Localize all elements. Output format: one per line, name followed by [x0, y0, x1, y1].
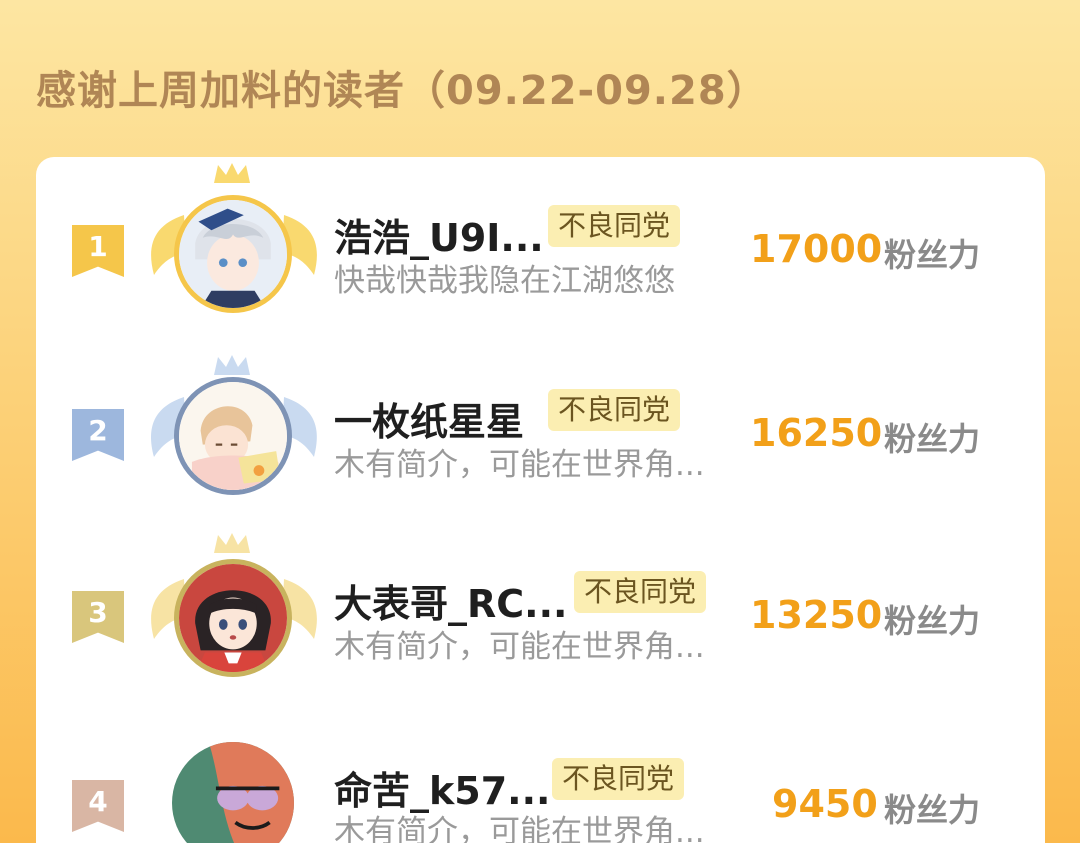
anime-boy-avatar-icon [179, 200, 287, 308]
leaderboard-row-3[interactable]: 3 大表哥_RC... 不良同党 木有简介，可能在世界角... 13250 粉丝… [36, 527, 1045, 677]
leaderboard-card: 1 浩浩_U9I... 不良同党 快哉快哉我隐在江湖悠悠 17000 粉丝力 2… [36, 157, 1045, 843]
fan-group-badge: 不良同党 [548, 389, 681, 431]
avatar[interactable] [174, 377, 292, 495]
fan-power-score: 13250 [750, 593, 883, 637]
anime-girl-avatar-icon [179, 564, 287, 672]
reader-bio: 木有简介，可能在世界角... [334, 447, 705, 483]
crown-icon [214, 163, 250, 183]
cartoon-eyes-avatar-icon [172, 742, 294, 843]
fan-power-score: 16250 [750, 411, 883, 455]
reader-bio: 木有简介，可能在世界角... [334, 629, 705, 665]
fan-power-score: 9450 [772, 782, 878, 826]
reader-bio: 快哉快哉我隐在江湖悠悠 [334, 263, 675, 299]
crown-icon [214, 355, 250, 375]
reader-name[interactable]: 浩浩_U9I... [334, 207, 544, 262]
sleeping-boy-avatar-icon [179, 382, 287, 490]
avatar[interactable] [174, 195, 292, 313]
reader-name[interactable]: 一枚纸星星 [334, 391, 524, 446]
leaderboard-row-1[interactable]: 1 浩浩_U9I... 不良同党 快哉快哉我隐在江湖悠悠 17000 粉丝力 [36, 157, 1045, 313]
rank-badge-4: 4 [72, 780, 124, 832]
fan-power-unit: 粉丝力 [884, 602, 981, 640]
crown-icon [214, 533, 250, 553]
fan-power-unit: 粉丝力 [884, 791, 981, 829]
fan-power-unit: 粉丝力 [884, 236, 981, 274]
fan-group-badge: 不良同党 [552, 758, 685, 800]
avatar[interactable] [174, 559, 292, 677]
fan-group-badge: 不良同党 [548, 205, 681, 247]
reader-name[interactable]: 大表哥_RC... [334, 573, 567, 628]
fan-power-score: 17000 [750, 227, 883, 271]
rank-badge-3: 3 [72, 591, 124, 643]
avatar[interactable] [172, 742, 294, 843]
page-title: 感谢上周加料的读者（09.22-09.28） [36, 68, 768, 114]
rank-badge-2: 2 [72, 409, 124, 461]
rank-badge-1: 1 [72, 225, 124, 277]
fan-power-unit: 粉丝力 [884, 420, 981, 458]
leaderboard-row-2[interactable]: 2 一枚纸星星 不良同党 木有简介，可能在世界角... 16250 粉丝力 [36, 347, 1045, 497]
fan-group-badge: 不良同党 [574, 571, 707, 613]
leaderboard-row-4[interactable]: 4 命苦_k57... 不良同党 木有简介，可能在世界角... 9450 粉丝力 [36, 712, 1045, 843]
reader-bio: 木有简介，可能在世界角... [334, 814, 705, 843]
